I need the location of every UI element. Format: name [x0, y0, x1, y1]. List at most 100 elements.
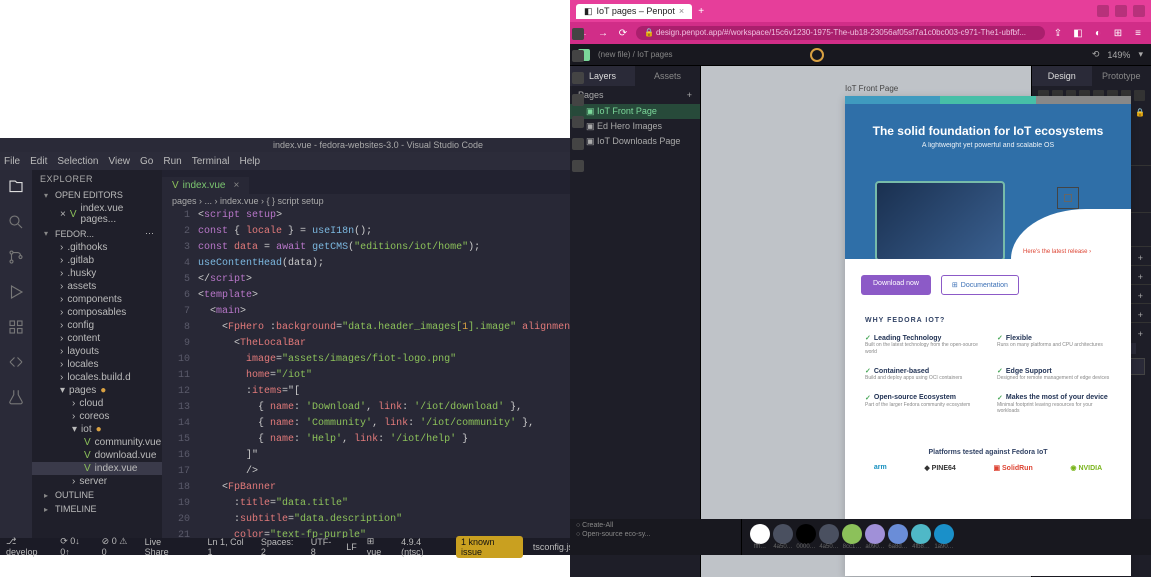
close-tab-icon[interactable]: × — [679, 6, 684, 16]
add-stroke-icon[interactable]: + — [1138, 272, 1143, 282]
color-swatch[interactable] — [796, 524, 816, 544]
menu-edit[interactable]: Edit — [30, 156, 47, 167]
search-icon[interactable] — [7, 213, 25, 234]
color-swatch[interactable] — [911, 524, 931, 544]
folder-locales-build[interactable]: › locales.build.d — [32, 371, 162, 384]
ts-version[interactable]: 4.9.4 (ntsc) — [401, 537, 446, 557]
outline-section[interactable]: OUTLINE — [32, 488, 162, 502]
lock-aspect-icon[interactable]: 🔒 — [1135, 108, 1145, 117]
folder-assets[interactable]: › assets — [32, 280, 162, 293]
color-swatch[interactable] — [934, 524, 954, 544]
text-tool-icon[interactable] — [572, 116, 584, 128]
color-swatch[interactable] — [750, 524, 770, 544]
menu-icon[interactable]: ≡ — [1131, 26, 1145, 40]
folder-cloud[interactable]: › cloud — [32, 397, 162, 410]
dist-v-icon[interactable] — [1134, 90, 1145, 101]
new-tab-icon[interactable]: + — [698, 6, 704, 17]
page-iot-front[interactable]: ▣ IoT Front Page — [570, 104, 700, 119]
pages-header[interactable]: Pages+ — [570, 86, 700, 104]
design-frame[interactable]: The solid foundation for IoT ecosystems … — [845, 96, 1131, 576]
page-ed-hero[interactable]: ▣ Ed Hero Images — [570, 119, 700, 134]
folder-githooks[interactable]: › .githooks — [32, 241, 162, 254]
menu-selection[interactable]: Selection — [57, 156, 98, 167]
remote-icon[interactable] — [7, 353, 25, 374]
address-bar[interactable]: 🔒design.penpot.app/#/workspace/15c6v1230… — [636, 26, 1045, 40]
git-branch[interactable]: ⎇ develop — [6, 536, 50, 557]
constraint-widget[interactable] — [1057, 187, 1079, 209]
errors[interactable]: ⊘ 0 ⚠ 0 — [102, 536, 135, 557]
add-blur-icon[interactable]: + — [1138, 310, 1143, 320]
open-editor-file[interactable]: × V index.vue pages... — [32, 202, 162, 226]
history-icon[interactable]: ⟲ — [1092, 49, 1100, 60]
folder-composables[interactable]: › composables — [32, 306, 162, 319]
close-window-icon[interactable] — [1133, 5, 1145, 17]
reload-icon[interactable]: ⟳ — [616, 26, 630, 40]
frame-tool-icon[interactable] — [572, 50, 584, 62]
add-page-icon[interactable]: + — [687, 90, 692, 100]
known-issue[interactable]: 1 known issue — [456, 536, 523, 558]
tab-index-vue[interactable]: V index.vue × — [162, 177, 249, 194]
maximize-icon[interactable] — [1115, 5, 1127, 17]
folder-coreos[interactable]: › coreos — [32, 410, 162, 423]
layer-item[interactable]: ○ Open-source eco-sy... — [576, 530, 735, 539]
folder-layouts[interactable]: › layouts — [32, 345, 162, 358]
profile-icon[interactable]: ⊞ — [1111, 26, 1125, 40]
extension-icon-2[interactable]: ◐ — [1091, 26, 1105, 40]
test-icon[interactable] — [7, 388, 25, 409]
debug-icon[interactable] — [7, 283, 25, 304]
penpot-canvas[interactable]: IoT Front Page The solid foundation for … — [701, 66, 1031, 577]
extension-icon[interactable]: ◧ — [1071, 26, 1085, 40]
folder-iot[interactable]: ▾ iot ● — [32, 423, 162, 436]
zoom-level[interactable]: 149% — [1107, 50, 1130, 60]
color-swatch[interactable] — [773, 524, 793, 544]
layer-item[interactable]: ○ Create-All — [576, 521, 735, 530]
color-swatch[interactable] — [888, 524, 908, 544]
indentation[interactable]: Spaces: 2 — [261, 537, 301, 557]
encoding[interactable]: UTF-8 — [311, 537, 336, 557]
open-editors-section[interactable]: OPEN EDITORS — [32, 188, 162, 202]
view-mode-icon[interactable] — [810, 48, 824, 62]
color-swatch[interactable] — [842, 524, 862, 544]
menu-view[interactable]: View — [109, 156, 131, 167]
folder-content[interactable]: › content — [32, 332, 162, 345]
folder-gitlab[interactable]: › .gitlab — [32, 254, 162, 267]
frame-label[interactable]: IoT Front Page — [845, 84, 898, 93]
pen-tool-icon[interactable] — [572, 138, 584, 150]
close-tab-icon[interactable]: × — [233, 180, 239, 191]
color-swatch[interactable] — [819, 524, 839, 544]
folder-components[interactable]: › components — [32, 293, 162, 306]
add-fill-icon[interactable]: + — [1138, 253, 1143, 263]
share-icon[interactable]: ⇪ — [1051, 26, 1065, 40]
menu-help[interactable]: Help — [240, 156, 261, 167]
add-shadow-icon[interactable]: + — [1138, 291, 1143, 301]
cursor-position[interactable]: Ln 1, Col 1 — [208, 537, 251, 557]
menu-terminal[interactable]: Terminal — [192, 156, 230, 167]
explorer-icon[interactable] — [7, 178, 25, 199]
zoom-dropdown-icon[interactable]: ▾ — [1138, 49, 1143, 60]
tab-design[interactable]: Design — [1032, 66, 1092, 86]
tab-assets[interactable]: Assets — [635, 66, 700, 86]
extensions-icon[interactable] — [7, 318, 25, 339]
tab-prototype[interactable]: Prototype — [1092, 66, 1151, 86]
file-download[interactable]: V download.vue — [32, 449, 162, 462]
folder-locales[interactable]: › locales — [32, 358, 162, 371]
rect-tool-icon[interactable] — [572, 72, 584, 84]
menu-go[interactable]: Go — [140, 156, 153, 167]
folder-config[interactable]: › config — [32, 319, 162, 332]
folder-server[interactable]: › server — [32, 475, 162, 488]
color-swatch[interactable] — [865, 524, 885, 544]
project-section[interactable]: FEDOR... ⋯ — [32, 226, 162, 241]
ellipse-tool-icon[interactable] — [572, 94, 584, 106]
source-control-icon[interactable] — [7, 248, 25, 269]
page-iot-downloads[interactable]: ▣ IoT Downloads Page — [570, 134, 700, 149]
folder-husky[interactable]: › .husky — [32, 267, 162, 280]
minimize-icon[interactable] — [1097, 5, 1109, 17]
add-export-icon[interactable]: + — [1138, 329, 1143, 339]
menu-file[interactable]: File — [4, 156, 20, 167]
browser-tab[interactable]: ◧ IoT pages – Penpot × — [576, 4, 692, 19]
breadcrumb[interactable]: (new file) / IoT pages — [598, 50, 673, 59]
timeline-section[interactable]: TIMELINE — [32, 502, 162, 516]
forward-icon[interactable]: → — [596, 26, 610, 40]
eol[interactable]: LF — [346, 542, 357, 552]
git-sync[interactable]: ⟳ 0↓ 0↑ — [60, 536, 91, 557]
